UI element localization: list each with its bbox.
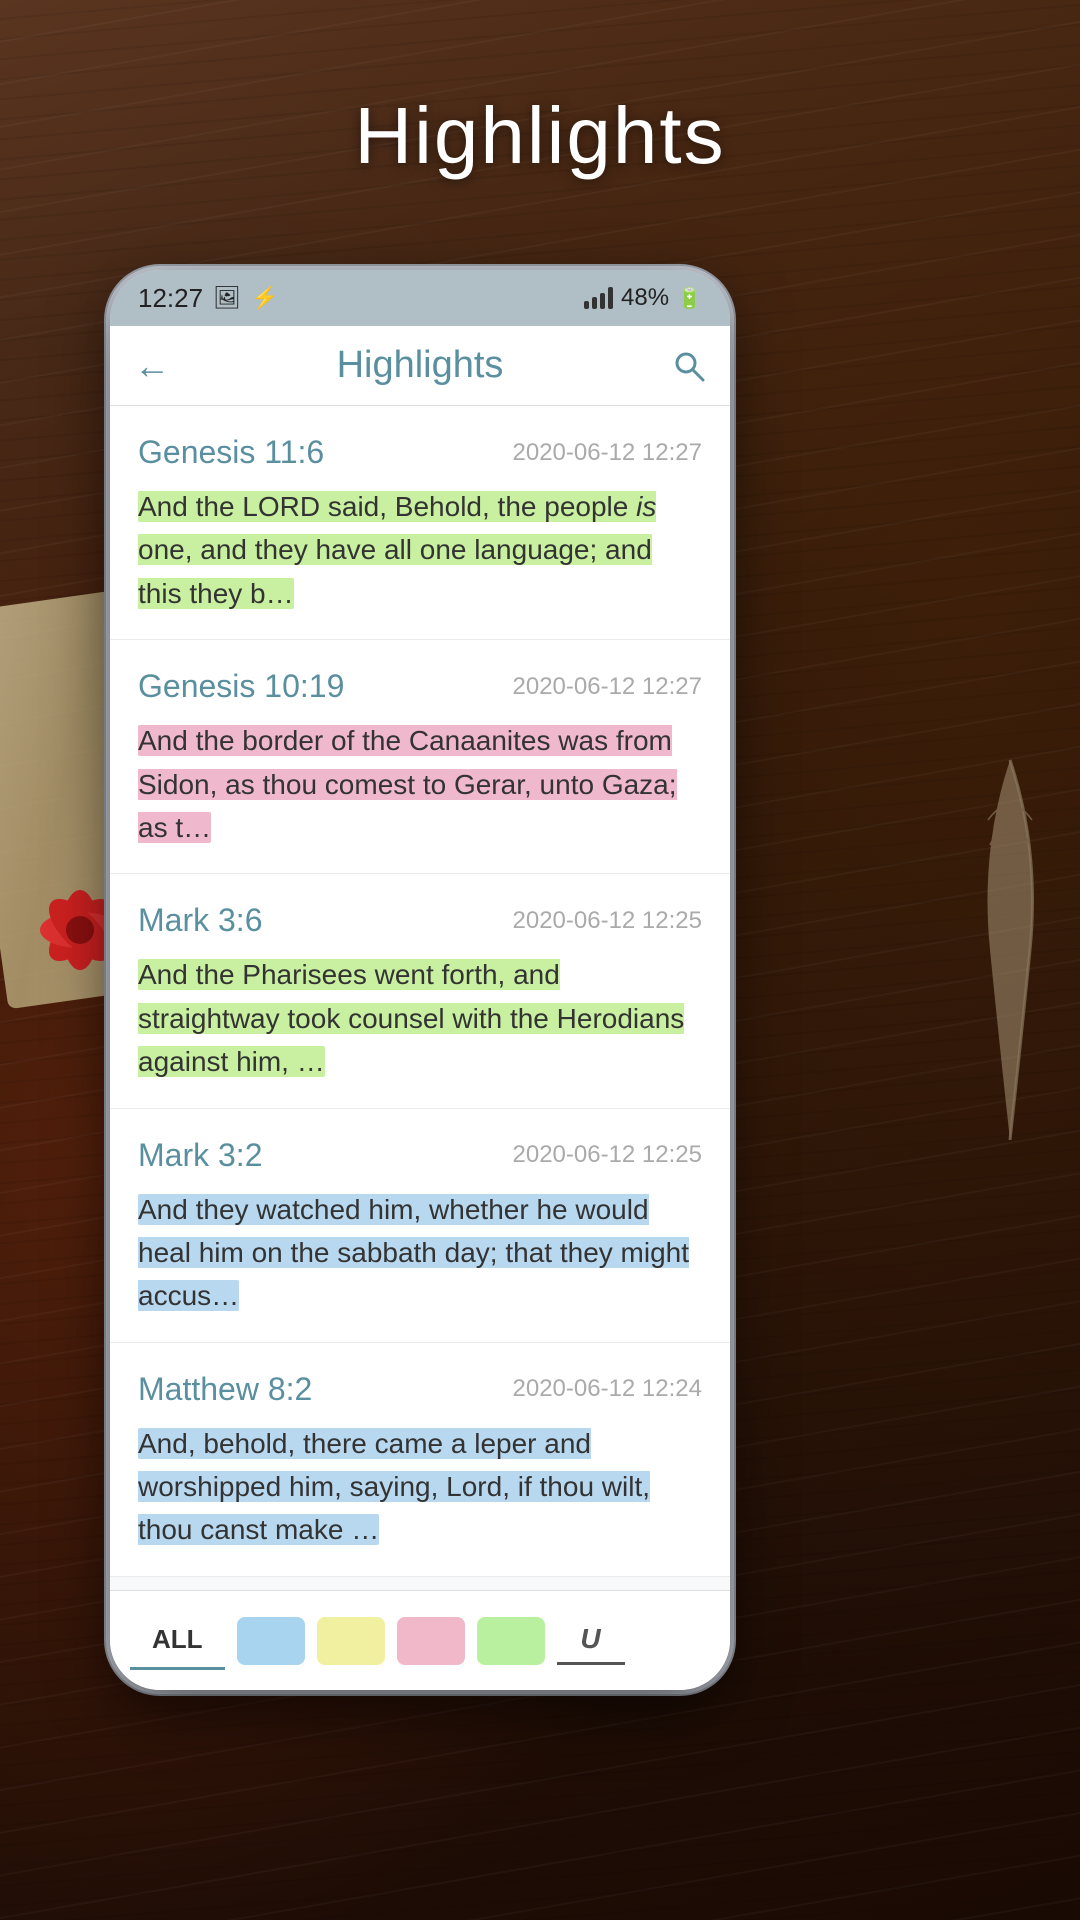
verse-text: And they watched him, whether he would h… <box>138 1188 702 1318</box>
verse-reference: Matthew 8:2 <box>138 1371 312 1408</box>
verse-reference: Mark 3:6 <box>138 902 262 939</box>
item-header: Mark 3:2 2020-06-12 12:25 <box>138 1137 702 1174</box>
verse-text: And the border of the Canaanites was fro… <box>138 719 702 849</box>
battery-level: 48% <box>621 284 669 312</box>
verse-reference: Genesis 10:19 <box>138 668 344 705</box>
phone-frame: 12:27 🖼 ⚡ 48% 🔋 ← Highlights <box>110 270 730 1690</box>
verse-text: And the Pharisees went forth, and straig… <box>138 953 702 1083</box>
highlight-date: 2020-06-12 12:27 <box>513 673 703 701</box>
highlight-date: 2020-06-12 12:24 <box>513 1375 703 1403</box>
status-right: 48% 🔋 <box>584 284 702 312</box>
battery-icon: 🔋 <box>677 286 702 311</box>
highlight-item[interactable]: Genesis 10:19 2020-06-12 12:27 And the b… <box>110 640 730 874</box>
filter-green-button[interactable] <box>477 1617 545 1665</box>
highlight-item[interactable]: Matthew 8:2 2020-06-12 12:24 And, behold… <box>110 1343 730 1577</box>
search-button[interactable] <box>656 349 706 383</box>
app-header: ← Highlights <box>110 326 730 406</box>
verse-reference: Mark 3:2 <box>138 1137 262 1174</box>
filter-pink-button[interactable] <box>397 1617 465 1665</box>
verse-reference: Genesis 11:6 <box>138 434 324 471</box>
page-title: Highlights <box>0 90 1080 182</box>
status-time: 12:27 <box>138 283 203 314</box>
status-left: 12:27 🖼 ⚡ <box>138 283 278 314</box>
highlighted-text: And the Pharisees went forth, and straig… <box>138 959 684 1077</box>
filter-yellow-button[interactable] <box>317 1617 385 1665</box>
highlight-item[interactable]: Mark 3:2 2020-06-12 12:25 And they watch… <box>110 1109 730 1343</box>
item-header: Genesis 10:19 2020-06-12 12:27 <box>138 668 702 705</box>
item-header: Matthew 8:2 2020-06-12 12:24 <box>138 1371 702 1408</box>
status-bar: 12:27 🖼 ⚡ 48% 🔋 <box>110 270 730 326</box>
highlighted-text: And the border of the Canaanites was fro… <box>138 725 677 843</box>
verse-text: And, behold, there came a leper and wors… <box>138 1422 702 1552</box>
highlight-item[interactable]: Genesis 11:6 2020-06-12 12:27 And the LO… <box>110 406 730 640</box>
filter-bar: ALL U <box>110 1590 730 1690</box>
verse-text: And the LORD said, Behold, the people is… <box>138 485 702 615</box>
photo-icon: 🖼 <box>213 285 241 311</box>
highlight-date: 2020-06-12 12:27 <box>513 439 703 467</box>
signal-icon <box>584 287 613 309</box>
decorative-feather <box>960 750 1060 1150</box>
highlighted-text: And the LORD said, Behold, the people is… <box>138 491 656 609</box>
highlight-item[interactable]: Mark 3:6 2020-06-12 12:25 And the Pharis… <box>110 874 730 1108</box>
item-header: Mark 3:6 2020-06-12 12:25 <box>138 902 702 939</box>
highlights-list[interactable]: Genesis 11:6 2020-06-12 12:27 And the LO… <box>110 406 730 1590</box>
filter-blue-button[interactable] <box>237 1617 305 1665</box>
highlighted-text: And, behold, there came a leper and wors… <box>138 1428 650 1546</box>
highlighted-text: And they watched him, whether he would h… <box>138 1194 689 1312</box>
highlight-date: 2020-06-12 12:25 <box>513 1141 703 1169</box>
highlight-date: 2020-06-12 12:25 <box>513 907 703 935</box>
item-header: Genesis 11:6 2020-06-12 12:27 <box>138 434 702 471</box>
bluetooth-icon: ⚡ <box>251 285 278 311</box>
header-title: Highlights <box>184 344 656 387</box>
back-button[interactable]: ← <box>134 345 184 387</box>
filter-all-button[interactable]: ALL <box>130 1612 225 1670</box>
filter-underline-button[interactable]: U <box>557 1617 625 1665</box>
